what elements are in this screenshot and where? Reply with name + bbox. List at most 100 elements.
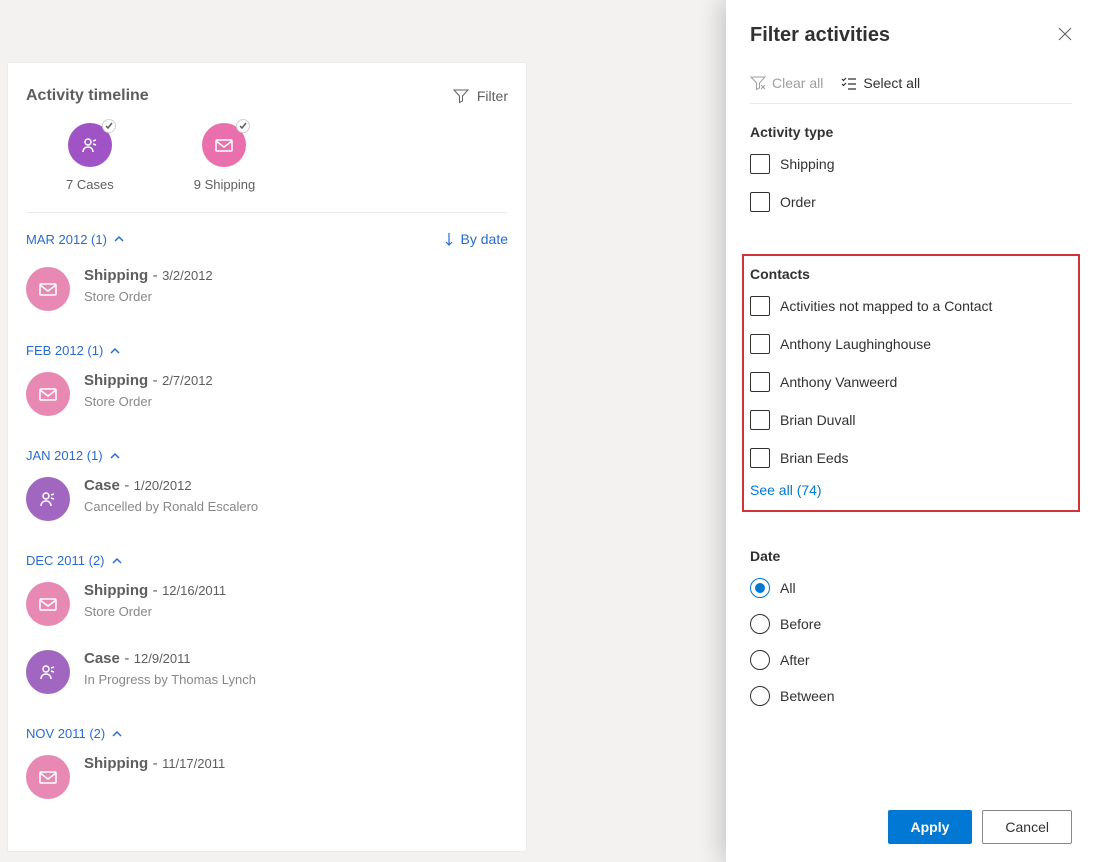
timeline-list: Shipping - 3/2/2012Store OrderFEB 2012 (…: [26, 261, 508, 817]
item-title: Case: [84, 650, 120, 667]
item-subtitle: Store Order: [84, 604, 226, 619]
option-label: Order: [780, 194, 816, 210]
contacts-header: Contacts: [750, 266, 1072, 282]
option-label: Before: [780, 616, 821, 632]
activity-timeline-card: Activity timeline Filter 7 Cases 9 Shipp…: [7, 62, 527, 852]
date-option[interactable]: Between: [750, 686, 1072, 706]
item-date: 12/16/2011: [162, 583, 226, 598]
item-title: Shipping: [84, 755, 148, 772]
apply-button[interactable]: Apply: [888, 810, 973, 844]
timeline-item[interactable]: Case - 12/9/2011In Progress by Thomas Ly…: [26, 644, 508, 712]
panel-header: Filter activities: [750, 24, 1072, 47]
contact-option[interactable]: Anthony Laughinghouse: [750, 334, 1072, 354]
shipping-icon: [26, 582, 70, 626]
cancel-button[interactable]: Cancel: [982, 810, 1072, 844]
chevron-up-icon: [111, 728, 123, 740]
timeline-title: Activity timeline: [26, 87, 149, 105]
filter-panel: Filter activities Clear all Select all A…: [726, 0, 1096, 862]
panel-toolbar: Clear all Select all: [750, 75, 1072, 104]
contact-option[interactable]: Activities not mapped to a Contact: [750, 296, 1072, 316]
checkbox-icon: [750, 448, 770, 468]
item-date: 3/2/2012: [162, 268, 213, 283]
shipping-icon: [26, 755, 70, 799]
checkbox-icon: [750, 334, 770, 354]
timeline-item[interactable]: Shipping - 3/2/2012Store Order: [26, 261, 508, 329]
group-header[interactable]: JAN 2012 (1): [26, 448, 508, 463]
contact-option[interactable]: Brian Eeds: [750, 448, 1072, 468]
item-date: 12/9/2011: [134, 651, 191, 666]
radio-icon: [750, 614, 770, 634]
group-header[interactable]: FEB 2012 (1): [26, 343, 508, 358]
activity-type-option[interactable]: Shipping: [750, 154, 1072, 174]
option-label: After: [780, 652, 810, 668]
date-option[interactable]: All: [750, 578, 1072, 598]
chevron-up-icon: [109, 345, 121, 357]
chevron-up-icon: [109, 450, 121, 462]
close-icon: [1058, 27, 1072, 41]
sort-by-date[interactable]: By date: [443, 231, 508, 247]
chevron-up-icon: [113, 233, 125, 245]
checkbox-icon: [750, 154, 770, 174]
activity-type-option[interactable]: Order: [750, 192, 1072, 212]
activity-type-header: Activity type: [750, 124, 1072, 140]
summary-cases[interactable]: 7 Cases: [66, 123, 114, 192]
close-button[interactable]: [1058, 27, 1072, 44]
option-label: Brian Duvall: [780, 412, 855, 428]
timeline-item[interactable]: Shipping - 2/7/2012Store Order: [26, 366, 508, 434]
clear-all-button[interactable]: Clear all: [750, 75, 823, 91]
option-label: Between: [780, 688, 834, 704]
group-header[interactable]: NOV 2011 (2): [26, 726, 508, 741]
arrow-down-icon: [443, 232, 455, 246]
date-section: Date AllBeforeAfterBetween: [750, 548, 1072, 722]
item-date: 2/7/2012: [162, 373, 213, 388]
case-icon: [26, 650, 70, 694]
group-header-0[interactable]: MAR 2012 (1): [26, 232, 125, 247]
group-header[interactable]: DEC 2011 (2): [26, 553, 508, 568]
option-label: Activities not mapped to a Contact: [780, 298, 992, 314]
timeline-item[interactable]: Case - 1/20/2012Cancelled by Ronald Esca…: [26, 471, 508, 539]
chevron-up-icon: [111, 555, 123, 567]
case-icon: [68, 123, 112, 167]
contacts-highlight: Contacts Activities not mapped to a Cont…: [742, 254, 1080, 512]
date-option[interactable]: Before: [750, 614, 1072, 634]
option-label: Anthony Laughinghouse: [780, 336, 931, 352]
date-option[interactable]: After: [750, 650, 1072, 670]
shipping-icon: [26, 267, 70, 311]
select-all-button[interactable]: Select all: [841, 75, 920, 91]
item-title: Case: [84, 477, 120, 494]
filter-button[interactable]: Filter: [453, 88, 508, 104]
checkbox-icon: [750, 296, 770, 316]
option-label: Anthony Vanweerd: [780, 374, 897, 390]
funnel-clear-icon: [750, 75, 766, 91]
item-title: Shipping: [84, 582, 148, 599]
case-icon: [26, 477, 70, 521]
sort-row: MAR 2012 (1) By date: [26, 231, 508, 247]
checklist-icon: [841, 75, 857, 91]
checkbox-icon: [750, 410, 770, 430]
timeline-header: Activity timeline Filter: [26, 87, 508, 105]
timeline-item[interactable]: Shipping - 12/16/2011Store Order: [26, 576, 508, 644]
item-date: 1/20/2012: [134, 478, 192, 493]
option-label: Brian Eeds: [780, 450, 848, 466]
summary-shipping-label: 9 Shipping: [194, 177, 255, 192]
activity-type-section: Activity type Shipping Order: [750, 124, 1072, 230]
summary-shipping[interactable]: 9 Shipping: [194, 123, 255, 192]
item-subtitle: Store Order: [84, 394, 213, 409]
funnel-icon: [453, 88, 469, 104]
check-icon: [236, 119, 250, 133]
timeline-item[interactable]: Shipping - 11/17/2011: [26, 749, 508, 817]
filter-label: Filter: [477, 88, 508, 104]
item-subtitle: In Progress by Thomas Lynch: [84, 672, 256, 687]
option-label: Shipping: [780, 156, 835, 172]
shipping-icon: [202, 123, 246, 167]
option-label: All: [780, 580, 796, 596]
checkbox-icon: [750, 372, 770, 392]
contact-option[interactable]: Brian Duvall: [750, 410, 1072, 430]
contact-option[interactable]: Anthony Vanweerd: [750, 372, 1072, 392]
checkbox-icon: [750, 192, 770, 212]
see-all-contacts[interactable]: See all (74): [750, 482, 1072, 498]
item-subtitle: Store Order: [84, 289, 213, 304]
radio-icon: [750, 578, 770, 598]
summary-row: 7 Cases 9 Shipping: [26, 123, 508, 213]
item-title: Shipping: [84, 267, 148, 284]
